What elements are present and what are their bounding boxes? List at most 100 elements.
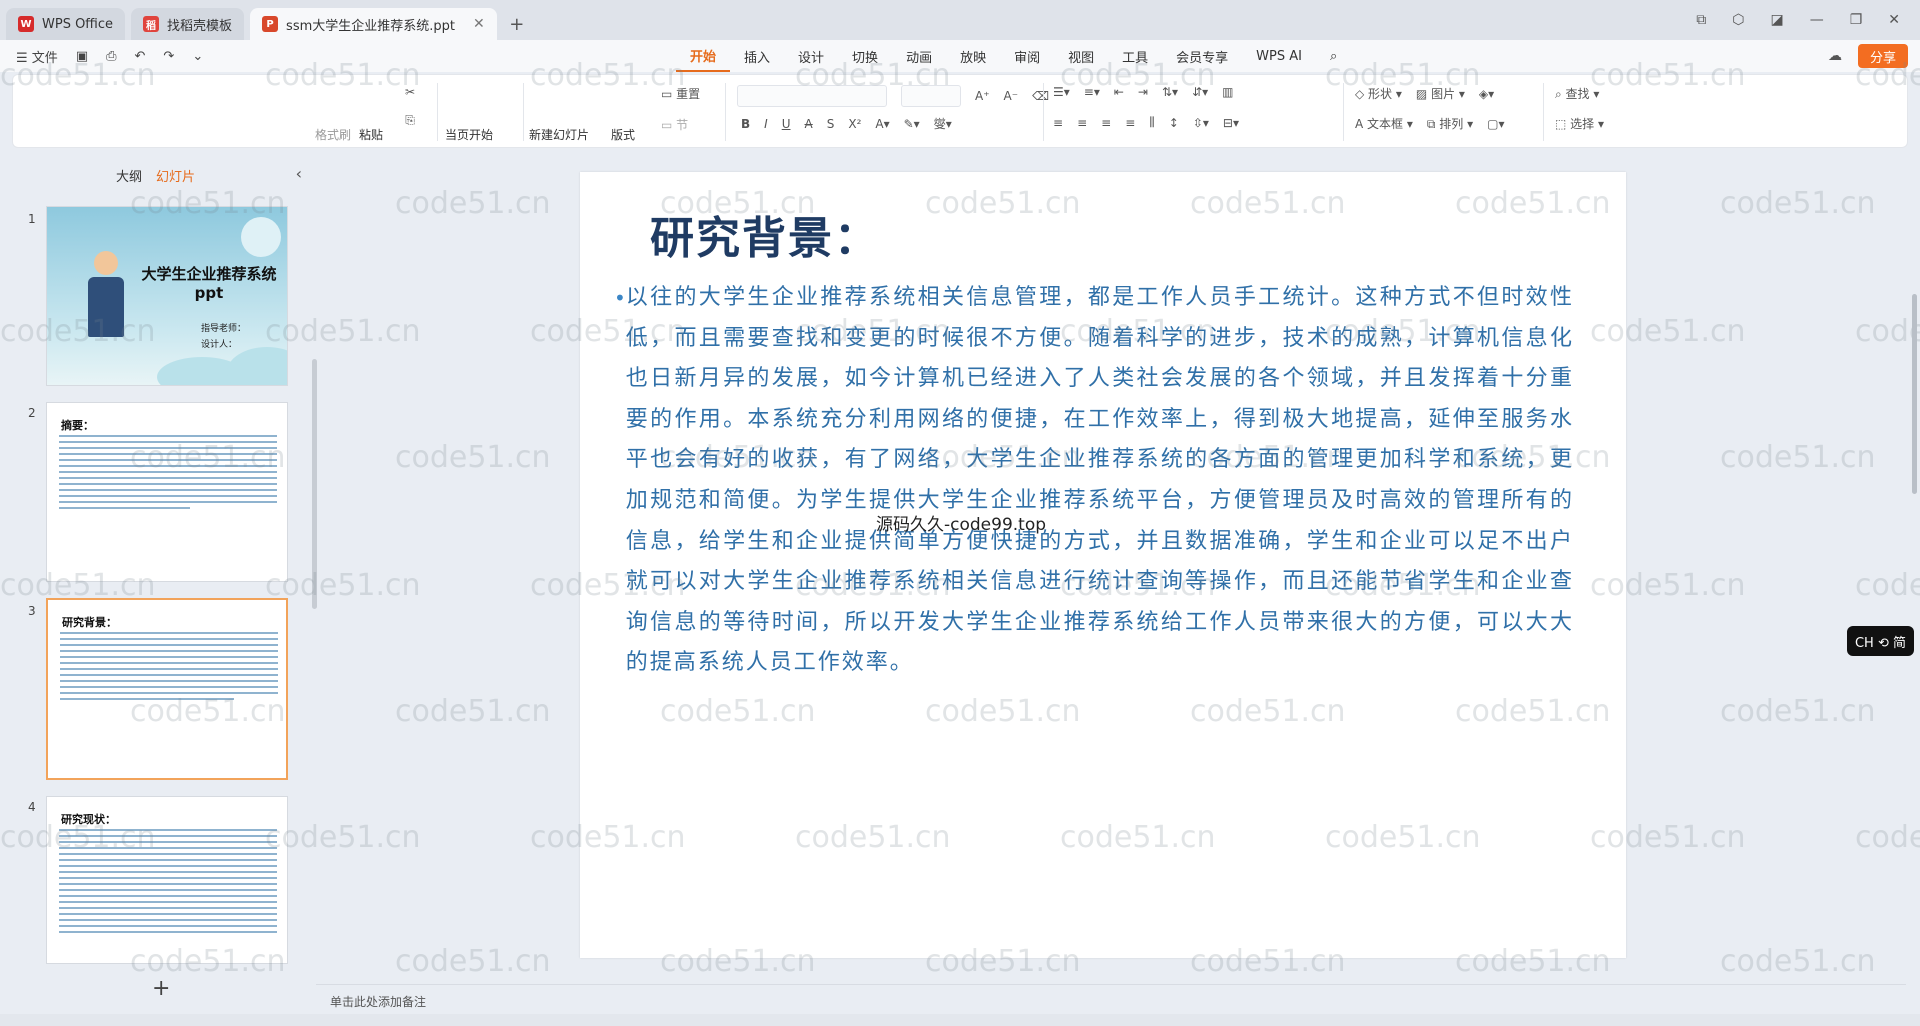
- notes-pane[interactable]: 单击此处添加备注: [316, 984, 1906, 1014]
- char-spacing-icon[interactable]: 燮▾: [934, 115, 952, 132]
- font-grow-icon[interactable]: A⁺: [975, 89, 990, 103]
- collapse-panel-icon[interactable]: ‹: [296, 164, 302, 183]
- close-tab-icon[interactable]: ✕: [473, 16, 485, 32]
- outline-icon[interactable]: ▢▾: [1487, 117, 1504, 131]
- restore-icon[interactable]: ❐: [1850, 12, 1863, 28]
- select-button[interactable]: ⬚ 选择 ▾: [1555, 115, 1604, 132]
- watermark-text: code51.cn: [1720, 944, 1876, 979]
- outdent-icon[interactable]: ⇤: [1114, 85, 1124, 99]
- avatar-icon[interactable]: ◪: [1770, 12, 1783, 28]
- line-spacing-icon[interactable]: ↕: [1169, 116, 1179, 130]
- slide-thumbnail-4[interactable]: 研究现状：: [46, 796, 288, 964]
- slide-thumbnail-1[interactable]: 大学生企业推荐系统ppt 指导老师： 设计人：: [46, 206, 288, 386]
- superscript-icon[interactable]: X²: [848, 117, 861, 131]
- search-icon[interactable]: ⌕: [1316, 40, 1351, 72]
- tab-review[interactable]: 审阅: [1000, 40, 1054, 72]
- shape-button[interactable]: ◇ 形状 ▾: [1355, 85, 1402, 102]
- undo-icon[interactable]: ↶: [135, 49, 146, 64]
- strikethrough-icon[interactable]: A: [805, 117, 813, 131]
- paragraph-spacing-icon[interactable]: ⇳▾: [1193, 116, 1209, 130]
- textbox-label: 文本框: [1367, 117, 1404, 131]
- tab-member[interactable]: 会员专享: [1162, 40, 1242, 72]
- textbox-button[interactable]: A 文本框 ▾: [1355, 115, 1413, 132]
- tab-slides[interactable]: 幻灯片: [156, 166, 195, 185]
- slide-body-textbox[interactable]: • 以往的大学生企业推荐系统相关信息管理，都是工作人员手工统计。这种方式不但时效…: [614, 278, 1574, 684]
- fill-icon[interactable]: ◈▾: [1479, 87, 1494, 101]
- tab-template[interactable]: 稻 找稻壳模板: [131, 8, 245, 40]
- tab-design[interactable]: 设计: [784, 40, 838, 72]
- print-icon[interactable]: ⎙: [106, 49, 116, 64]
- tab-animation[interactable]: 动画: [892, 40, 946, 72]
- tab-slideshow[interactable]: 放映: [946, 40, 1000, 72]
- tab-wps-ai[interactable]: WPS AI: [1242, 40, 1316, 72]
- file-menu[interactable]: ☰ 文件: [16, 47, 58, 66]
- panel-scrollbar[interactable]: [312, 359, 317, 609]
- add-slide-icon[interactable]: +: [152, 976, 170, 1001]
- title-bar: W WPS Office 稻 找稻壳模板 P ssm大学生企业推荐系统.ppt …: [0, 0, 1920, 40]
- cut-icon[interactable]: ✂: [405, 85, 415, 99]
- start-show-button[interactable]: 当页开始: [445, 81, 493, 143]
- align-center-icon[interactable]: ≡: [1077, 116, 1087, 130]
- ime-indicator[interactable]: CH ⟲ 简: [1846, 626, 1914, 656]
- wps-logo-icon: W: [18, 16, 34, 32]
- indent-icon[interactable]: ⇥: [1138, 85, 1148, 99]
- editor-scrollbar[interactable]: [1908, 154, 1920, 984]
- slide-thumbnail-2[interactable]: 摘要：: [46, 402, 288, 582]
- copy-icon[interactable]: ⎘: [405, 113, 415, 128]
- tab-outline[interactable]: 大纲: [116, 166, 142, 185]
- tab-document[interactable]: P ssm大学生企业推荐系统.ppt ✕: [250, 8, 497, 40]
- tab-tools[interactable]: 工具: [1108, 40, 1162, 72]
- arrange-label: 排列: [1439, 117, 1464, 131]
- font-size-select[interactable]: [901, 85, 961, 107]
- notes-placeholder: 单击此处添加备注: [330, 995, 427, 1009]
- font-family-select[interactable]: [737, 85, 887, 107]
- format-painter-label: 格式刷: [315, 128, 352, 142]
- align-right-icon[interactable]: ≡: [1101, 116, 1111, 130]
- sort-icon[interactable]: ⇵▾: [1192, 85, 1208, 99]
- save-icon[interactable]: ▣: [76, 49, 88, 64]
- reset-button[interactable]: ▭ 重置: [661, 85, 700, 102]
- layout-button[interactable]: 版式: [611, 81, 635, 143]
- align-left-icon[interactable]: ≡: [1053, 116, 1063, 130]
- tab-start[interactable]: 开始: [676, 40, 731, 72]
- italic-icon[interactable]: I: [764, 117, 768, 131]
- slide-canvas[interactable]: 研究背景： • 以往的大学生企业推荐系统相关信息管理，都是工作人员手工统计。这种…: [580, 172, 1626, 958]
- tab-transition[interactable]: 切换: [838, 40, 892, 72]
- layout-icon[interactable]: ⧉: [1696, 12, 1706, 28]
- tab-wps-office[interactable]: W WPS Office: [6, 8, 126, 40]
- find-button[interactable]: ⌕ 查找 ▾: [1555, 85, 1599, 102]
- picture-button[interactable]: ▨ 图片 ▾: [1416, 85, 1465, 102]
- redo-icon[interactable]: ↷: [163, 49, 174, 64]
- more-icon[interactable]: ⌄: [192, 49, 203, 64]
- cube-icon[interactable]: ⬡: [1732, 12, 1744, 28]
- slide-title[interactable]: 研究背景：: [650, 202, 880, 266]
- arrange-button[interactable]: ⧉ 排列 ▾: [1427, 115, 1473, 132]
- underline-icon[interactable]: U: [782, 117, 791, 131]
- tab-insert[interactable]: 插入: [730, 40, 784, 72]
- clear-format-icon[interactable]: ⌫: [1032, 89, 1049, 103]
- scroll-thumb[interactable]: [1912, 294, 1917, 494]
- new-slide-button[interactable]: 新建幻灯片: [529, 81, 589, 143]
- font-shrink-icon[interactable]: A⁻: [1004, 89, 1019, 103]
- bullets-icon[interactable]: ☰▾: [1053, 85, 1070, 99]
- font-color-icon[interactable]: A▾: [875, 117, 889, 131]
- distribute-icon[interactable]: ⫼: [1149, 115, 1155, 130]
- slide-thumbnail-3[interactable]: 研究背景：: [46, 598, 288, 780]
- minimize-icon[interactable]: —: [1810, 12, 1824, 28]
- shadow-icon[interactable]: S: [827, 117, 835, 131]
- tab-view[interactable]: 视图: [1054, 40, 1108, 72]
- close-window-icon[interactable]: ✕: [1888, 12, 1900, 28]
- new-tab-button[interactable]: +: [503, 10, 531, 38]
- text-align-icon[interactable]: ⊟▾: [1223, 116, 1239, 130]
- numbering-icon[interactable]: ≡▾: [1084, 85, 1100, 99]
- highlight-icon[interactable]: ✎▾: [904, 117, 920, 131]
- share-button[interactable]: 分享: [1857, 44, 1908, 68]
- section-button[interactable]: ▭ 节: [661, 116, 688, 133]
- text-direction-icon[interactable]: ⇅▾: [1162, 85, 1178, 99]
- paste-button[interactable]: 粘贴: [359, 81, 383, 143]
- format-painter-button[interactable]: 格式刷: [315, 81, 351, 143]
- bold-icon[interactable]: B: [741, 117, 750, 131]
- columns-icon[interactable]: ▥: [1222, 85, 1233, 99]
- justify-icon[interactable]: ≡: [1125, 116, 1135, 130]
- cloud-upload-icon[interactable]: ☁: [1828, 48, 1842, 64]
